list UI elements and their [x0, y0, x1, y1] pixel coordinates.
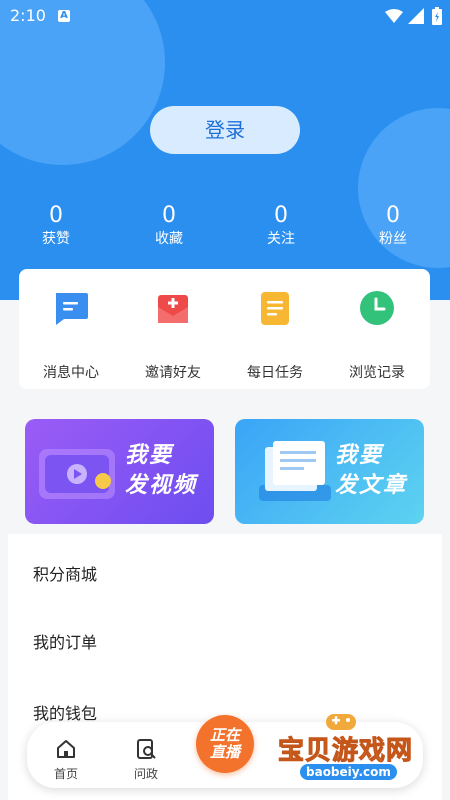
tab-label: 问政	[133, 767, 158, 781]
post-article-banner[interactable]: 我要 发文章	[235, 419, 424, 524]
stat-value: 0	[386, 203, 400, 228]
live-label: 直播	[209, 743, 240, 761]
menu-item-my-wallet[interactable]: 我的钱包	[33, 700, 97, 724]
stat-label: 关注	[267, 231, 295, 247]
video-icon	[39, 449, 115, 499]
login-button[interactable]: 登录	[150, 106, 300, 154]
quick-action-invite[interactable]: 邀请好友	[123, 289, 223, 382]
task-icon	[261, 292, 289, 325]
quick-action-messages[interactable]: 消息中心	[21, 289, 121, 382]
stat-value: 0	[274, 203, 288, 228]
stat-label: 粉丝	[379, 231, 407, 247]
quick-action-history[interactable]: 浏览记录	[327, 289, 427, 382]
status-bar: 2:10 A	[0, 0, 450, 32]
quick-action-daily-tasks[interactable]: 每日任务	[225, 289, 325, 382]
inquiry-icon	[137, 739, 156, 759]
post-article-title: 我要 发文章	[335, 441, 407, 501]
status-time: 2:10	[10, 6, 46, 25]
site-watermark: 宝贝游戏网 baobeiy.com	[277, 706, 448, 780]
stat-value: 0	[162, 203, 176, 228]
gamepad-icon	[326, 714, 356, 730]
watermark-url: baobeiy.com	[300, 764, 397, 780]
menu-item-my-orders[interactable]: 我的订单	[33, 629, 97, 653]
stat-following[interactable]: 0 关注	[251, 202, 311, 248]
message-icon	[56, 293, 88, 325]
quick-action-label: 消息中心	[43, 365, 99, 381]
quick-actions-card: 消息中心 邀请好友 每日任务 浏览记录	[19, 269, 430, 389]
post-video-title: 我要 发视频	[125, 441, 197, 501]
home-icon	[57, 740, 75, 758]
menu-item-points-mall[interactable]: 积分商城	[33, 561, 97, 585]
banner-line: 发视频	[125, 473, 198, 498]
live-label: 正在	[209, 726, 240, 744]
stat-value: 0	[49, 203, 63, 228]
signal-icon	[408, 8, 424, 24]
tab-label: 首页	[53, 767, 78, 781]
battery-icon	[432, 7, 442, 25]
watermark-text: 宝贝游戏网	[277, 736, 414, 767]
stat-label: 获赞	[42, 231, 70, 247]
tab-inquiry[interactable]: 问政	[116, 738, 176, 782]
banner-line: 我要	[125, 443, 174, 468]
banner-line: 我要	[335, 443, 384, 468]
live-button[interactable]: 正在 直播	[196, 715, 254, 773]
stat-fans[interactable]: 0 粉丝	[363, 202, 423, 248]
quick-action-label: 每日任务	[247, 365, 303, 381]
stat-likes[interactable]: 0 获赞	[26, 202, 86, 248]
article-icon	[259, 441, 331, 501]
quick-action-label: 浏览记录	[349, 365, 405, 381]
stat-favorites[interactable]: 0 收藏	[139, 202, 199, 248]
banner-line: 发文章	[335, 473, 408, 498]
wifi-icon	[385, 9, 403, 23]
invite-icon	[158, 295, 188, 323]
notification-a-icon: A	[58, 10, 70, 22]
stat-label: 收藏	[155, 231, 183, 247]
quick-action-label: 邀请好友	[145, 365, 201, 381]
history-icon	[360, 291, 394, 325]
post-video-banner[interactable]: 我要 发视频	[25, 419, 214, 524]
tab-home[interactable]: 首页	[36, 738, 96, 782]
